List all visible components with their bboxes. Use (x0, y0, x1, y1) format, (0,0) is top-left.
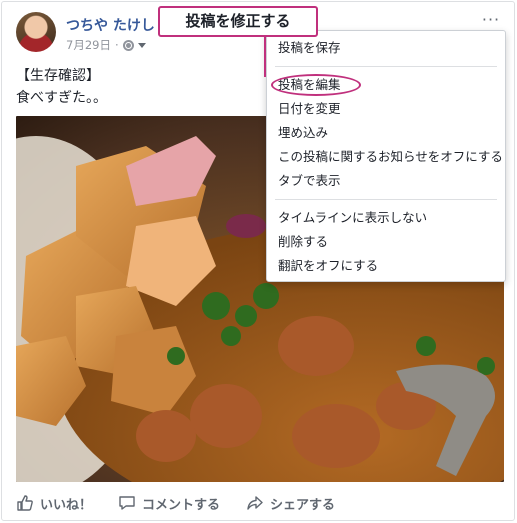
comment-button[interactable]: コメントする (118, 494, 220, 513)
share-button[interactable]: シェアする (246, 494, 335, 513)
menu-item-edit-post[interactable]: 投稿を編集 (267, 73, 505, 97)
globe-icon (122, 39, 134, 51)
menu-item-turn-off-translation[interactable]: 翻訳をオフにする (267, 254, 505, 278)
annotation-callout: 投稿を修正する (158, 6, 318, 37)
like-label: いいね！ (40, 497, 93, 513)
menu-divider (275, 66, 497, 67)
post-text-line: 食べすぎた。。 (16, 90, 107, 106)
share-icon (247, 496, 263, 510)
menu-item-change-date[interactable]: 日付を変更 (267, 97, 505, 121)
menu-item-turn-off-notifications[interactable]: この投稿に関するお知らせをオフにする (267, 145, 505, 169)
annotation-highlight-ring (271, 74, 361, 96)
post-actions: いいね！ コメントする シェアする (2, 486, 514, 520)
menu-item-embed[interactable]: 埋め込み (267, 121, 505, 145)
menu-item-delete[interactable]: 削除する (267, 230, 505, 254)
post-text-line: 【生存確認】 (16, 68, 100, 84)
share-label: シェアする (270, 497, 336, 513)
menu-item-save-post[interactable]: 投稿を保存 (267, 36, 505, 60)
post-date[interactable]: 7月29日 (66, 37, 111, 53)
comment-label: コメントする (142, 497, 221, 513)
audience-chevron-down-icon[interactable] (137, 42, 146, 48)
post-meta: 7月29日 · (66, 37, 146, 53)
avatar[interactable] (16, 12, 56, 52)
post-body: 【生存確認】 食べすぎた。。 (16, 65, 107, 109)
menu-divider (275, 199, 497, 200)
comment-icon (119, 496, 135, 510)
author-name[interactable]: つちや たけし (66, 15, 155, 35)
like-button[interactable]: いいね！ (16, 494, 92, 513)
post-options-menu: 投稿を保存 投稿を編集 日付を変更 埋め込み この投稿に関するお知らせをオフにす… (266, 30, 506, 282)
menu-item-hide-from-timeline[interactable]: タイムラインに表示しない (267, 206, 505, 230)
annotation-connector-line (264, 37, 266, 77)
menu-item-open-in-tab[interactable]: タブで表示 (267, 169, 505, 193)
thumbs-up-icon (17, 495, 33, 511)
meta-separator: · (114, 38, 119, 52)
